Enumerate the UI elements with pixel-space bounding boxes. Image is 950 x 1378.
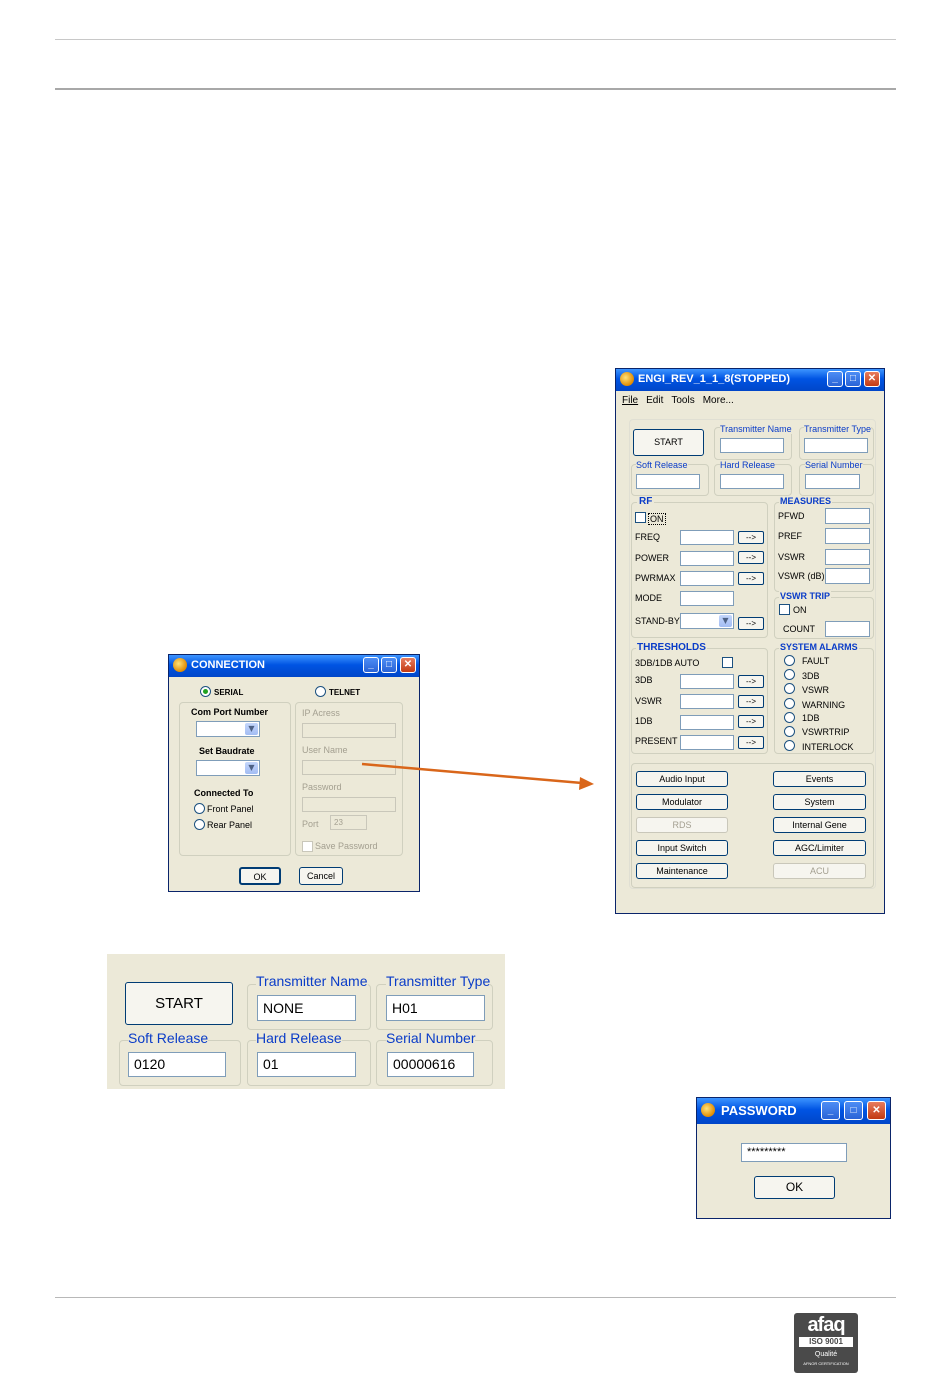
zoom-soft-release-field[interactable]: 0120 xyxy=(128,1052,226,1077)
zoom-panel: START Transmitter Name NONE Transmitter … xyxy=(107,954,505,1089)
afaq-logo: afaq ISO 9001 Qualité AFNOR CERTIFICATIO… xyxy=(794,1313,858,1373)
afaq-brand: afaq xyxy=(807,1314,845,1336)
close-icon[interactable]: ✕ xyxy=(867,1101,886,1120)
password-window: PASSWORD _ □ ✕ ********* OK xyxy=(696,1097,891,1219)
password-ok-button[interactable]: OK xyxy=(754,1176,835,1199)
zoom-start-button[interactable]: START xyxy=(125,982,233,1025)
connector-arrow-line xyxy=(361,762,583,785)
password-input[interactable]: ********* xyxy=(741,1143,847,1162)
afaq-certification: AFNOR CERTIFICATION xyxy=(803,1361,849,1366)
zoom-transmitter-name-label: Transmitter Name xyxy=(256,973,368,989)
zoom-serial-number-field[interactable]: 00000616 xyxy=(387,1052,474,1077)
maximize-icon[interactable]: □ xyxy=(844,1101,863,1120)
app-icon xyxy=(701,1103,715,1117)
zoom-transmitter-name-field[interactable]: NONE xyxy=(257,995,356,1021)
zoom-transmitter-type-field[interactable]: H01 xyxy=(386,995,485,1021)
minimize-icon[interactable]: _ xyxy=(821,1101,840,1120)
arrowhead-icon xyxy=(579,777,594,790)
zoom-hard-release-field[interactable]: 01 xyxy=(257,1052,356,1077)
password-titlebar[interactable]: PASSWORD _ □ ✕ xyxy=(697,1098,890,1124)
zoom-soft-release-label: Soft Release xyxy=(128,1030,209,1046)
password-title: PASSWORD xyxy=(721,1103,797,1118)
afaq-qualite: Qualité xyxy=(814,1351,838,1358)
zoom-transmitter-type-label: Transmitter Type xyxy=(386,973,491,989)
zoom-serial-number-label: Serial Number xyxy=(386,1030,476,1046)
zoom-hard-release-label: Hard Release xyxy=(256,1030,342,1046)
afaq-iso: ISO 9001 xyxy=(799,1337,853,1347)
